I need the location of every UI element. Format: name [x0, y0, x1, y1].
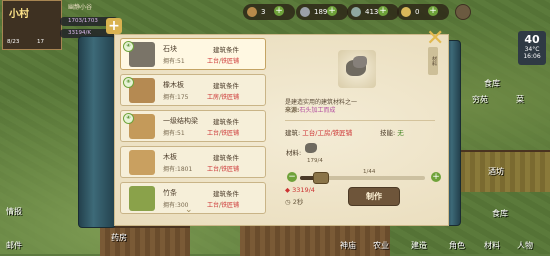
day-number: 40 [524, 33, 540, 46]
time: 16:06 [523, 53, 541, 60]
item-level-badge: ④ [123, 113, 134, 124]
side-label-food[interactable]: 食库 [484, 78, 500, 89]
gold-icon [401, 7, 411, 17]
stat-wood-add-button[interactable]: + [274, 6, 284, 16]
stat-wood[interactable]: 3 [243, 4, 295, 20]
stone-shape [353, 56, 367, 68]
craft-cost: ◆ 3319/4 [285, 186, 315, 194]
village-sub: 幽静小谷 [68, 4, 93, 11]
stat-wood-value: 3 [261, 8, 266, 16]
stat-tools-value: 189 [314, 8, 328, 16]
nav-build[interactable]: 建造 [411, 240, 427, 251]
stat-stone[interactable]: 413 [347, 4, 399, 20]
item-owned: 拥有:51 [163, 58, 185, 65]
item-condition-label: 建筑条件 [213, 118, 239, 126]
side-label-wine[interactable]: 酒坊 [488, 166, 504, 177]
tool-icon [300, 7, 310, 17]
item-name: 石块 [163, 45, 177, 53]
material-label: 材料: [286, 149, 302, 157]
list-item[interactable]: ④ 石块 拥有:51 建筑条件 工台/铁匠铺 [120, 38, 266, 70]
stone-material-icon [304, 141, 318, 155]
nav-pharmacy[interactable]: 药房 [111, 232, 127, 243]
side-label-storage[interactable]: 食库 [492, 208, 508, 219]
nav-temple[interactable]: 神庙 [340, 240, 356, 251]
list-item[interactable]: 竹条 拥有:300 建筑条件 工台/铁匠铺 [120, 182, 266, 214]
nav-material[interactable]: 材料 [484, 240, 500, 251]
nav-people[interactable]: 人物 [517, 240, 533, 251]
item-name: 木板 [163, 153, 177, 161]
material-quantity: 179/4 [307, 158, 323, 164]
item-condition-label: 建筑条件 [213, 46, 239, 54]
item-requirements: 工台/铁匠铺 [207, 166, 240, 173]
item-level-badge: ⑥ [123, 77, 134, 88]
stone-detail-icon [338, 50, 376, 88]
scroll-left-roller [78, 36, 116, 228]
list-item[interactable]: ⑥ 橡木板 拥有:175 建筑条件 工房/铁匠铺 [120, 74, 266, 106]
item-owned: 拥有:175 [163, 94, 189, 101]
increase-button[interactable]: + [431, 172, 441, 182]
material-list[interactable]: ④ 石块 拥有:51 建筑条件 工台/铁匠铺 ⑥ 橡木板 拥有:175 建筑条件… [120, 38, 266, 218]
item-name: 竹条 [163, 189, 177, 197]
stat-tools[interactable]: 189 [296, 4, 348, 20]
item-name: 一级结构梁 [163, 117, 198, 125]
village-panel[interactable]: 小村 8/23 17 [2, 0, 62, 50]
divider [285, 120, 435, 121]
building-requirement: 建筑: 工台/工房/铁匠铺 [285, 129, 353, 137]
item-condition-label: 建筑条件 [213, 190, 239, 198]
item-level-badge: ④ [123, 41, 134, 52]
add-resource-button[interactable]: + [106, 18, 122, 34]
item-source: 来源:石头加工而成 [285, 107, 336, 114]
craft-button[interactable]: 制作 [348, 187, 400, 206]
stat-stone-value: 413 [365, 8, 379, 16]
item-condition-label: 建筑条件 [213, 82, 239, 90]
item-requirements: 工房/铁匠铺 [207, 94, 240, 101]
stat-gold-add-button[interactable]: + [428, 6, 438, 16]
list-item[interactable]: ④ 一级结构梁 拥有:51 建筑条件 工台/铁匠铺 [120, 110, 266, 142]
nav-farm[interactable]: 农业 [373, 240, 389, 251]
settings-icon[interactable] [455, 4, 471, 20]
stone-shape [305, 143, 317, 153]
intel-button[interactable]: 情报 [6, 206, 22, 217]
weather-clock: 40 34°C 16:06 [518, 31, 546, 65]
stone-icon [351, 7, 361, 17]
side-label-garden[interactable]: 穷苑 [472, 94, 488, 105]
wood-icon [247, 7, 257, 17]
item-owned: 拥有:51 [163, 130, 185, 137]
village-name: 小村 [9, 9, 29, 20]
item-icon [129, 186, 155, 211]
item-requirements: 工台/铁匠铺 [207, 130, 240, 137]
stat-gold-value: 0 [415, 8, 420, 16]
slider-handle[interactable] [313, 172, 329, 184]
roof-decoration [240, 222, 390, 256]
quantity-count: 1/44 [363, 169, 376, 175]
pop-count: 8/23 [7, 39, 20, 45]
stat-tools-add-button[interactable]: + [327, 6, 337, 16]
stat-stone-add-button[interactable]: + [378, 6, 388, 16]
item-condition-label: 建筑条件 [213, 154, 239, 162]
item-requirements: 工台/铁匠铺 [207, 202, 240, 209]
item-owned: 拥有:1801 [163, 166, 193, 173]
craft-time: ◷ 2秒 [285, 198, 304, 206]
mail-button[interactable]: 邮件 [6, 240, 22, 251]
nav-role[interactable]: 角色 [449, 240, 465, 251]
pop-count-2: 17 [37, 39, 44, 45]
list-item[interactable]: 木板 拥有:1801 建筑条件 工台/铁匠铺 [120, 146, 266, 178]
decrease-button[interactable]: − [287, 172, 297, 182]
chevron-down-icon[interactable]: ⌄ [185, 205, 193, 215]
tab-material[interactable]: 材料 [428, 47, 438, 75]
side-label-dish[interactable]: 菜 [516, 94, 524, 105]
stat-gold[interactable]: 0 [397, 4, 449, 20]
skill-requirement: 技能: 无 [380, 129, 404, 137]
item-requirements: 工台/铁匠铺 [207, 58, 240, 65]
item-name: 橡木板 [163, 81, 184, 89]
temperature: 34°C [524, 46, 540, 53]
item-icon [129, 150, 155, 175]
